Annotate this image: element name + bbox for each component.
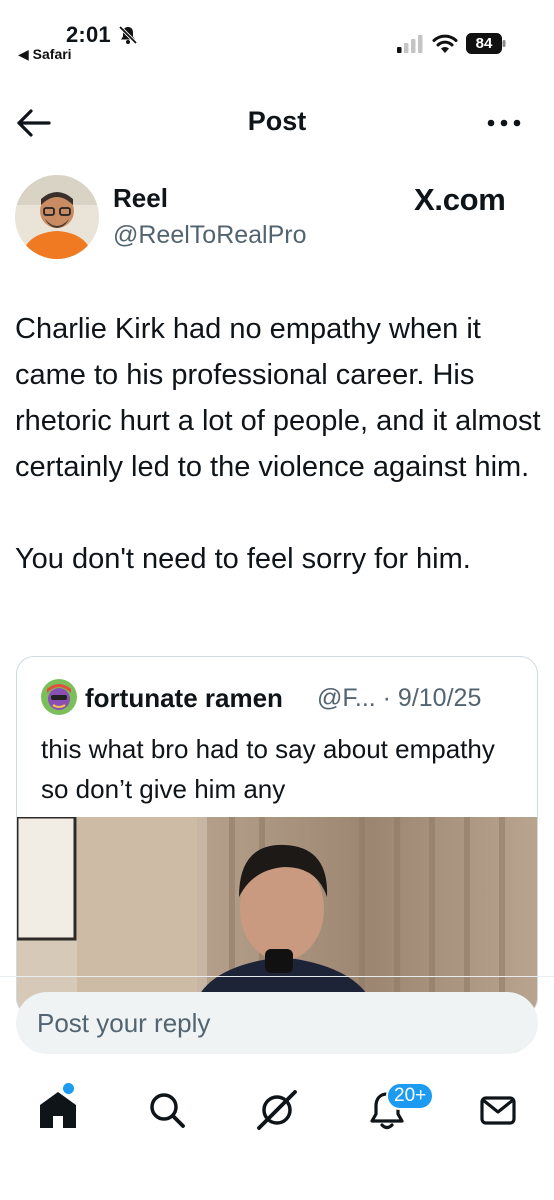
post-paragraph: You don't need to feel sorry for him.	[15, 543, 471, 575]
status-time: 2:01	[66, 22, 111, 47]
author-avatar[interactable]	[15, 175, 99, 259]
quoted-post[interactable]: fortunate ramen @F... · 9/10/25 this wha…	[16, 656, 538, 1016]
battery-indicator: 84	[466, 33, 506, 54]
home-unread-dot	[63, 1083, 74, 1094]
reply-input[interactable]: Post your reply	[16, 992, 538, 1054]
post-text: Charlie Kirk had no empathy when it came…	[15, 306, 543, 582]
home-icon[interactable]	[34, 1086, 82, 1134]
grok-icon[interactable]	[253, 1086, 301, 1134]
notification-count-badge: 20+	[386, 1082, 435, 1110]
author-handle[interactable]: @ReelToRealPro	[113, 221, 307, 250]
battery-level: 84	[475, 35, 493, 52]
back-arrow-icon[interactable]	[16, 106, 52, 140]
post-paragraph: Charlie Kirk had no empathy when it came…	[15, 313, 541, 483]
cellular-signal-icon	[397, 35, 423, 53]
author-name[interactable]: Reel	[113, 183, 168, 214]
reply-divider	[0, 976, 554, 977]
page-title: Post	[247, 106, 307, 136]
bell-muted-icon	[118, 25, 138, 45]
search-icon[interactable]	[143, 1086, 191, 1134]
quote-author-name: fortunate ramen	[85, 683, 283, 713]
source-badge: X.com	[414, 182, 506, 217]
wifi-icon	[432, 34, 458, 53]
messages-icon[interactable]	[474, 1086, 522, 1134]
more-options-icon[interactable]	[484, 110, 524, 136]
avatar-image	[15, 175, 99, 259]
quote-avatar-image	[41, 679, 77, 715]
back-to-safari[interactable]: ◀ Safari	[18, 46, 72, 63]
video-frame-image	[17, 817, 537, 1015]
quote-text: this what bro had to say about empathy s…	[41, 734, 495, 804]
reply-placeholder: Post your reply	[37, 1007, 211, 1038]
quote-video-thumbnail[interactable]	[17, 817, 537, 1015]
quote-author-handle: @F... · 9/10/25	[317, 684, 482, 712]
quote-author-avatar	[41, 679, 77, 715]
